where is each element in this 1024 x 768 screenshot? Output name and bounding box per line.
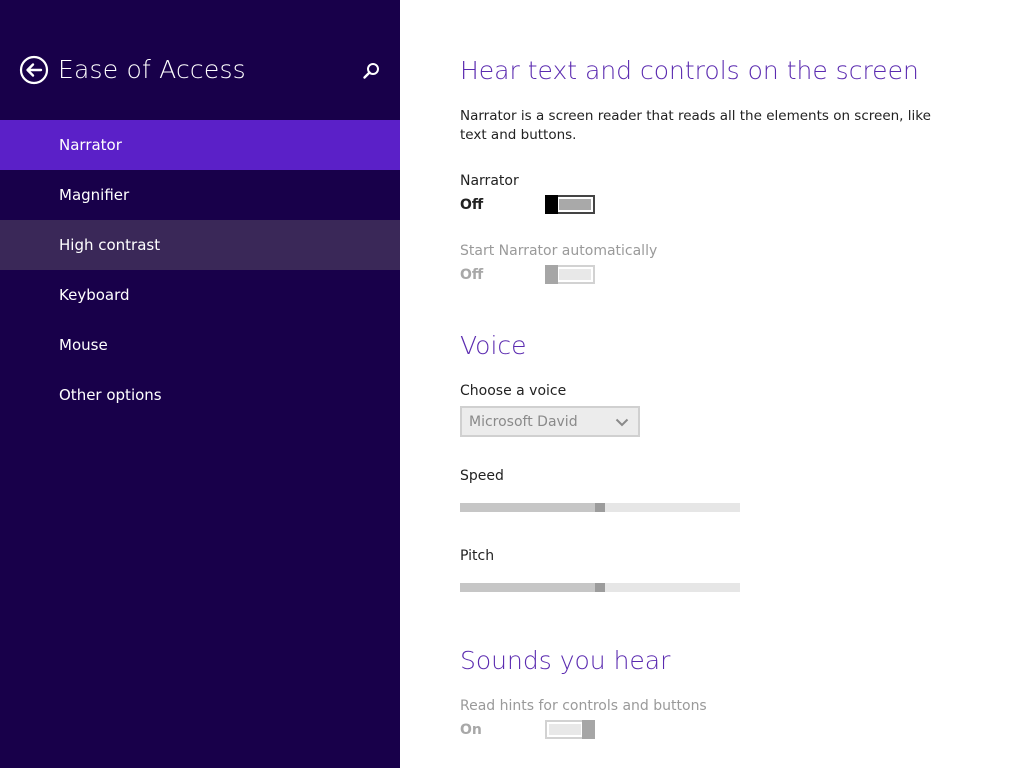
sidebar: Ease of Access Narrator Magnifier High c… bbox=[0, 0, 400, 768]
hear-section-heading: Hear text and controls on the screen bbox=[460, 56, 919, 85]
back-arrow-icon[interactable] bbox=[19, 55, 49, 85]
read-hints-toggle-thumb bbox=[582, 720, 595, 739]
sidebar-item-magnifier[interactable]: Magnifier bbox=[0, 170, 400, 220]
sidebar-header: Ease of Access bbox=[0, 0, 400, 120]
chevron-down-icon bbox=[615, 416, 629, 428]
start-narrator-toggle-thumb bbox=[545, 265, 558, 284]
narrator-description: Narrator is a screen reader that reads a… bbox=[460, 108, 931, 143]
speed-slider-thumb[interactable] bbox=[595, 503, 605, 512]
read-hints-toggle-track bbox=[549, 724, 581, 735]
sidebar-item-other-options[interactable]: Other options bbox=[0, 370, 400, 420]
voice-section-heading: Voice bbox=[460, 331, 527, 360]
narrator-toggle[interactable] bbox=[545, 195, 595, 214]
voice-dropdown[interactable]: Microsoft David bbox=[460, 406, 640, 437]
narrator-label: Narrator bbox=[460, 173, 519, 189]
settings-page: Ease of Access Narrator Magnifier High c… bbox=[0, 0, 1024, 768]
pitch-slider[interactable] bbox=[460, 583, 740, 592]
sounds-section-heading: Sounds you hear bbox=[460, 646, 671, 675]
narrator-toggle-track bbox=[559, 199, 591, 210]
main-content: Hear text and controls on the screen Nar… bbox=[400, 0, 1024, 768]
voice-dropdown-value: Microsoft David bbox=[469, 414, 578, 430]
speed-slider-fill bbox=[460, 503, 595, 512]
narrator-toggle-thumb bbox=[545, 195, 558, 214]
pitch-slider-fill bbox=[460, 583, 595, 592]
narrator-state: Off bbox=[460, 197, 484, 213]
search-icon[interactable] bbox=[360, 60, 382, 82]
speed-label: Speed bbox=[460, 468, 504, 484]
page-title: Ease of Access bbox=[58, 55, 246, 84]
read-hints-label: Read hints for controls and buttons bbox=[460, 698, 707, 714]
speed-slider[interactable] bbox=[460, 503, 740, 512]
sidebar-item-narrator[interactable]: Narrator bbox=[0, 120, 400, 170]
choose-voice-label: Choose a voice bbox=[460, 383, 567, 399]
start-narrator-automatically-label: Start Narrator automatically bbox=[460, 243, 658, 259]
start-narrator-toggle-track bbox=[559, 269, 591, 280]
sidebar-item-keyboard[interactable]: Keyboard bbox=[0, 270, 400, 320]
read-hints-toggle[interactable] bbox=[545, 720, 595, 739]
pitch-label: Pitch bbox=[460, 548, 495, 564]
start-narrator-automatically-toggle[interactable] bbox=[545, 265, 595, 284]
read-hints-state: On bbox=[460, 722, 482, 738]
sidebar-item-high-contrast[interactable]: High contrast bbox=[0, 220, 400, 270]
start-narrator-automatically-state: Off bbox=[460, 267, 484, 283]
sidebar-item-mouse[interactable]: Mouse bbox=[0, 320, 400, 370]
pitch-slider-thumb[interactable] bbox=[595, 583, 605, 592]
sidebar-nav: Narrator Magnifier High contrast Keyboar… bbox=[0, 120, 400, 420]
